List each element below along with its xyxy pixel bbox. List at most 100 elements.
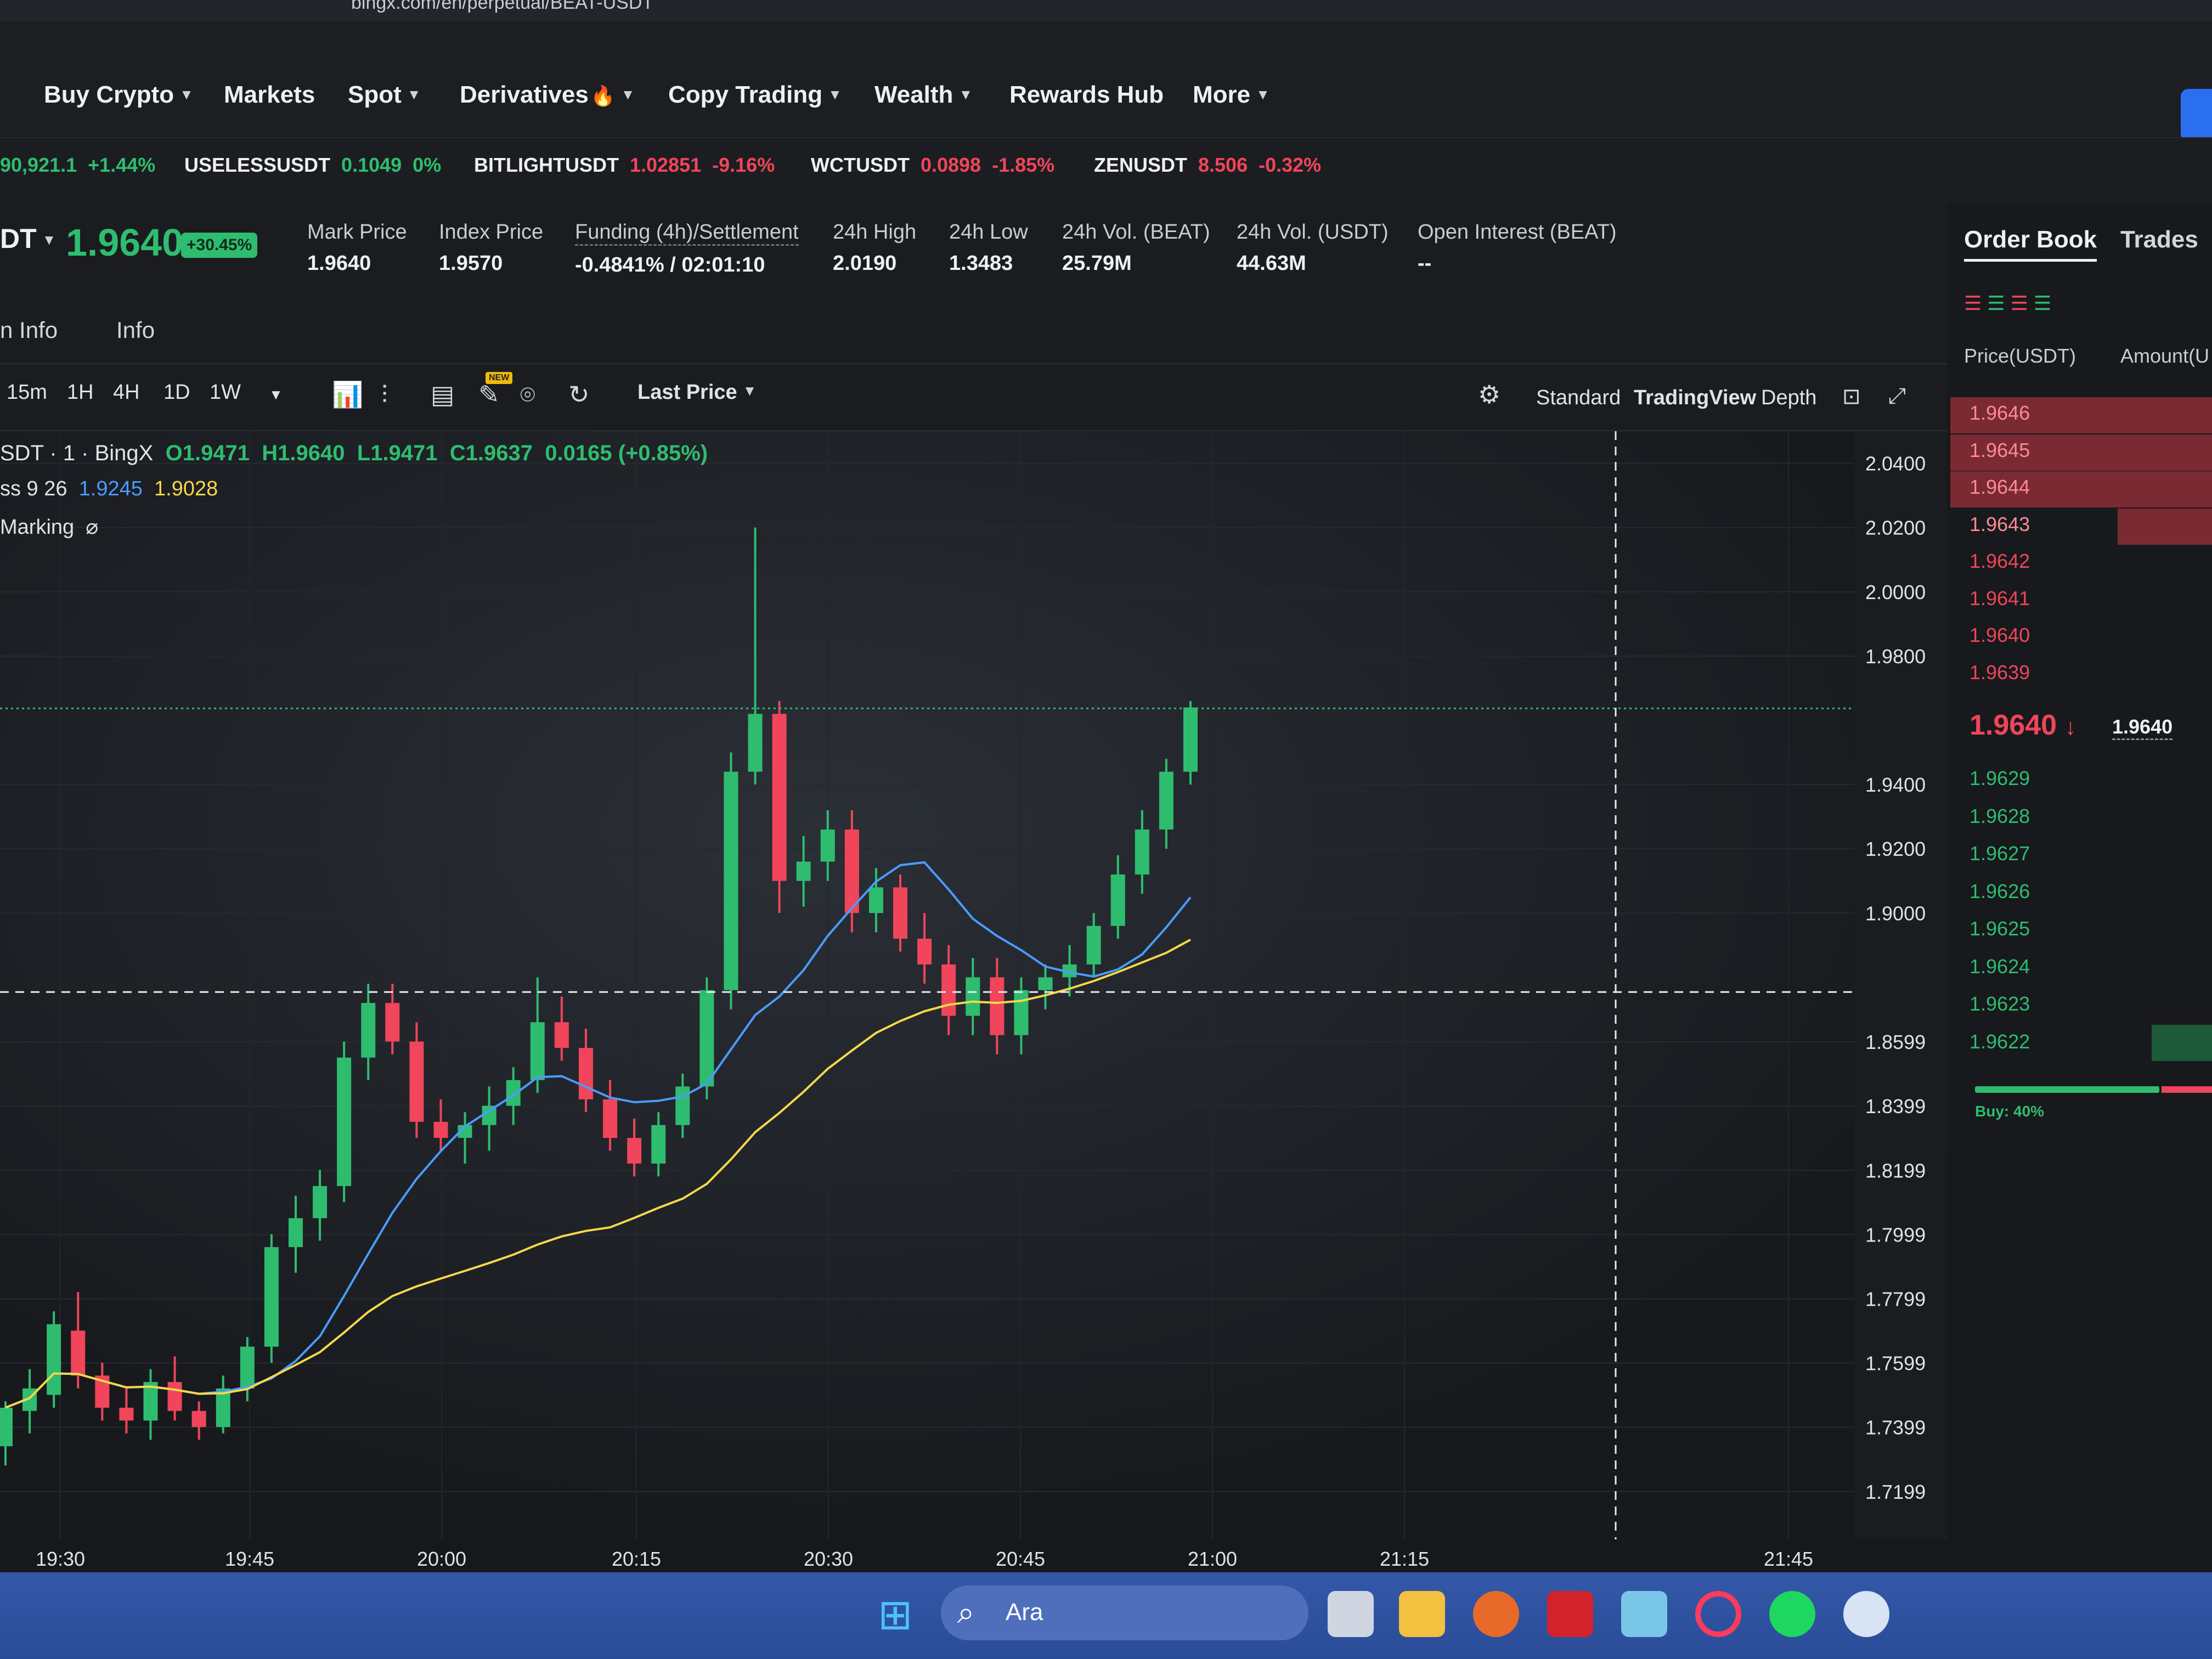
- candle-body: [748, 714, 763, 772]
- ticker-item[interactable]: WCTUSDT 0.0898 -1.85%: [811, 154, 1054, 177]
- ask-row[interactable]: 1.9644: [1970, 476, 2030, 499]
- price-tick-label: 1.9800: [1865, 645, 1926, 668]
- candle-body: [1086, 926, 1101, 964]
- refresh-icon[interactable]: ↻: [568, 380, 590, 409]
- ask-row[interactable]: 1.9641: [1970, 587, 2030, 610]
- time-tick-label: 21:45: [1764, 1548, 1813, 1570]
- bid-row[interactable]: 1.9628: [1970, 805, 2030, 828]
- bid-row[interactable]: 1.9627: [1970, 842, 2030, 865]
- bids-only-icon[interactable]: ☰: [1987, 292, 2005, 314]
- ticker-item[interactable]: BITLIGHTUSDT 1.02851 -9.16%: [474, 154, 775, 177]
- ask-row[interactable]: 1.9642: [1970, 550, 2030, 573]
- buy-ratio-label: Buy: 40%: [1975, 1103, 2045, 1120]
- layout-icon[interactable]: ⊡: [1842, 384, 1861, 409]
- ticker-item[interactable]: 90,921.1 +1.44%: [0, 154, 155, 177]
- ask-row[interactable]: 1.9640: [1970, 624, 2030, 647]
- nav-derivatives[interactable]: Derivatives 🔥 ▼: [460, 81, 635, 109]
- chart-toolbar: 15m 1H 4H 1D 1W ▼ 📊 ⫶ ▤ ✎ NEW ⌾ ↻ Last P…: [0, 364, 1948, 431]
- indicators-icon[interactable]: 📊: [332, 380, 363, 410]
- task-view-icon[interactable]: [1328, 1591, 1374, 1637]
- ask-row[interactable]: 1.9643: [1970, 513, 2030, 536]
- firefox-icon[interactable]: [1473, 1591, 1519, 1637]
- candle-body: [313, 1186, 328, 1218]
- bid-row[interactable]: 1.9625: [1970, 917, 2030, 940]
- candle-type-icon[interactable]: ⫶: [381, 380, 388, 410]
- nav-buy-crypto[interactable]: Buy Crypto ▼: [44, 81, 194, 109]
- chart-settings-icon[interactable]: ⚙: [1478, 380, 1500, 409]
- candle-body: [820, 830, 835, 862]
- ticker-item[interactable]: USELESSUSDT 0.1049 0%: [184, 154, 441, 177]
- time-tick-label: 20:45: [996, 1548, 1045, 1570]
- timeframe-1w[interactable]: 1W: [210, 381, 241, 404]
- opera-icon[interactable]: [1695, 1591, 1741, 1637]
- nav-rewards-hub[interactable]: Rewards Hub: [1009, 81, 1164, 109]
- browser-address-bar[interactable]: bingx.com/en/perpetual/BEAT-USDT: [0, 0, 2212, 22]
- pair-selector[interactable]: DT ▼: [0, 223, 56, 255]
- candle-body: [990, 977, 1005, 1035]
- ticker-item[interactable]: ZENUSDT 8.506 -0.32%: [1094, 154, 1321, 177]
- candle-body: [675, 1086, 690, 1125]
- nav-markets[interactable]: Markets: [224, 81, 315, 109]
- candle-body: [603, 1099, 618, 1138]
- steam-icon[interactable]: [1843, 1591, 1889, 1637]
- tab-order-book[interactable]: Order Book: [1964, 226, 2097, 262]
- price-chart[interactable]: 1.96371.875407 Dec '25 21:32⚙ 2.04002.02…: [0, 431, 1948, 1572]
- template-icon[interactable]: ▤: [431, 380, 454, 409]
- price-type-select[interactable]: Last Price ▼: [637, 381, 757, 404]
- bid-row[interactable]: 1.9624: [1970, 955, 2030, 978]
- drawing-icon[interactable]: ✎: [478, 380, 500, 409]
- nav-more[interactable]: More ▼: [1193, 81, 1270, 109]
- bid-row[interactable]: 1.9622: [1970, 1030, 2030, 1053]
- nav-spot[interactable]: Spot ▼: [348, 81, 421, 109]
- time-tick-label: 19:45: [225, 1548, 274, 1570]
- asks-only-icon[interactable]: ☰: [2011, 292, 2028, 314]
- amd-icon[interactable]: [1547, 1591, 1593, 1637]
- timeframe-1d[interactable]: 1D: [163, 381, 190, 404]
- price-tick-label: 1.8399: [1865, 1095, 1926, 1118]
- caret-down-icon: ▼: [42, 232, 57, 248]
- view-tradingview[interactable]: TradingView: [1634, 386, 1756, 410]
- bid-row[interactable]: 1.9623: [1970, 992, 2030, 1015]
- login-button[interactable]: [2181, 89, 2212, 142]
- ask-row[interactable]: 1.9639: [1970, 661, 2030, 684]
- taskbar-search[interactable]: ⌕ Ara: [941, 1585, 1308, 1640]
- both-sides-icon[interactable]: ☰: [1964, 292, 1982, 314]
- view-standard[interactable]: Standard: [1536, 386, 1621, 410]
- split-icon[interactable]: ☰: [2034, 292, 2051, 314]
- stat-index-price: Index Price 1.9570: [439, 221, 544, 275]
- price-tick-label: 1.7799: [1865, 1288, 1926, 1310]
- price-tick-label: 1.7599: [1865, 1352, 1926, 1375]
- nav-copy-trading[interactable]: Copy Trading ▼: [668, 81, 842, 109]
- depth-view-icons[interactable]: ☰ ☰ ☰ ☰: [1964, 292, 2051, 315]
- timeframe-15m[interactable]: 15m: [7, 381, 47, 404]
- file-explorer-icon[interactable]: [1399, 1591, 1445, 1637]
- timeframe-1h[interactable]: 1H: [67, 381, 94, 404]
- tab-coin-info[interactable]: n Info: [0, 317, 58, 343]
- spotify-icon[interactable]: [1769, 1591, 1815, 1637]
- control-panel-icon[interactable]: [1621, 1591, 1667, 1637]
- candle-body: [288, 1218, 303, 1248]
- price-tick-label: 1.7399: [1865, 1417, 1926, 1439]
- ask-row[interactable]: 1.9645: [1970, 439, 2030, 462]
- bid-row[interactable]: 1.9626: [1970, 880, 2030, 903]
- ask-row[interactable]: 1.9646: [1970, 402, 2030, 425]
- fullscreen-icon[interactable]: ⤢: [1888, 384, 1906, 409]
- candle-body: [47, 1324, 61, 1395]
- candle-body: [71, 1330, 86, 1376]
- windows-start-icon[interactable]: ⊞: [878, 1594, 913, 1636]
- timeframe-dropdown-icon[interactable]: ▼: [269, 386, 283, 403]
- candle-body: [772, 714, 787, 881]
- time-tick-label: 19:30: [36, 1548, 85, 1570]
- nav-wealth[interactable]: Wealth ▼: [874, 81, 973, 109]
- candlestick-chart[interactable]: 1.96371.875407 Dec '25 21:32⚙ 2.04002.02…: [0, 431, 1948, 1572]
- view-depth[interactable]: Depth: [1761, 386, 1816, 410]
- hide-icon[interactable]: ⌀: [86, 516, 98, 539]
- camera-icon[interactable]: ⌾: [520, 380, 535, 410]
- stat-funding[interactable]: Funding (4h)/Settlement -0.4841% / 02:01:…: [575, 221, 799, 277]
- bid-row[interactable]: 1.9629: [1970, 767, 2030, 790]
- stat-24h-vol-usdt: 24h Vol. (USDT) 44.63M: [1237, 221, 1389, 275]
- tab-info[interactable]: Info: [116, 317, 155, 343]
- candle-body: [1159, 771, 1173, 830]
- tab-trades[interactable]: Trades: [2120, 226, 2198, 253]
- timeframe-4h[interactable]: 4H: [113, 381, 140, 404]
